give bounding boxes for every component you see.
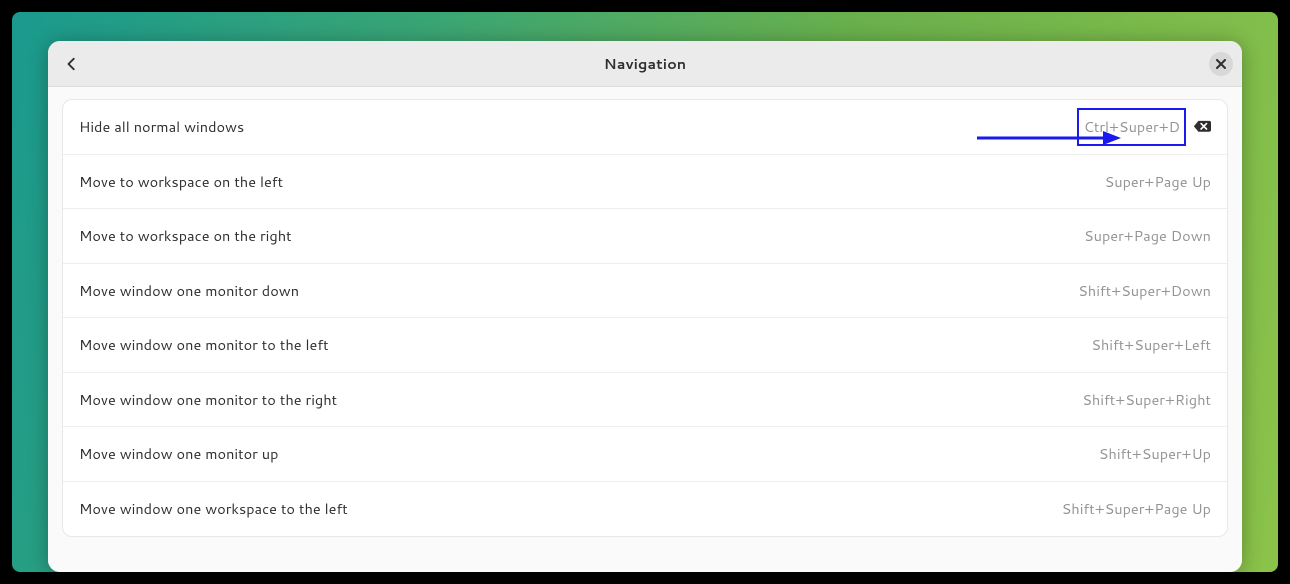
shortcut-row-monitor-down[interactable]: Move window one monitor down Shift+Super… (63, 264, 1227, 319)
settings-window: Navigation Hide all normal windows Ctrl+… (48, 41, 1242, 572)
shortcut-row-hide-windows[interactable]: Hide all normal windows Ctrl+Super+D (63, 100, 1227, 155)
close-button[interactable] (1209, 52, 1233, 76)
shortcut-label: Hide all normal windows (79, 116, 1077, 137)
shortcut-value: Ctrl+Super+D (1077, 108, 1186, 146)
shortcut-row-workspace-right[interactable]: Move to workspace on the right Super+Pag… (63, 209, 1227, 264)
close-icon (1216, 59, 1226, 69)
shortcut-value: Shift+Super+Left (1091, 334, 1211, 355)
shortcut-value: Super+Page Down (1084, 225, 1211, 246)
shortcut-value: Shift+Super+Right (1082, 389, 1211, 410)
back-button[interactable] (62, 54, 82, 74)
content-area: Hide all normal windows Ctrl+Super+D Mov… (48, 87, 1242, 572)
clear-shortcut-button[interactable] (1193, 120, 1211, 134)
shortcut-value: Super+Page Up (1105, 171, 1211, 192)
window-header: Navigation (48, 41, 1242, 87)
shortcut-value: Shift+Super+Down (1078, 280, 1211, 301)
shortcut-row-monitor-up[interactable]: Move window one monitor up Shift+Super+U… (63, 427, 1227, 482)
shortcut-label: Move to workspace on the right (79, 225, 1084, 246)
shortcut-label: Move window one workspace to the left (79, 498, 1062, 519)
shortcut-label: Move window one monitor down (79, 280, 1078, 301)
shortcut-list: Hide all normal windows Ctrl+Super+D Mov… (62, 99, 1228, 537)
shortcut-row-monitor-right[interactable]: Move window one monitor to the right Shi… (63, 373, 1227, 428)
shortcut-value: Shift+Super+Up (1099, 443, 1211, 464)
shortcut-label: Move window one monitor to the left (79, 334, 1091, 355)
shortcut-label: Move window one monitor to the right (79, 389, 1082, 410)
shortcut-row-monitor-left[interactable]: Move window one monitor to the left Shif… (63, 318, 1227, 373)
backspace-icon (1193, 120, 1211, 133)
shortcut-label: Move to workspace on the left (79, 171, 1105, 192)
desktop-background: Navigation Hide all normal windows Ctrl+… (12, 12, 1278, 572)
shortcut-value: Shift+Super+Page Up (1062, 498, 1211, 519)
shortcut-row-workspace-left[interactable]: Move to workspace on the left Super+Page… (63, 155, 1227, 210)
chevron-left-icon (65, 57, 79, 71)
shortcut-label: Move window one monitor up (79, 443, 1099, 464)
page-title: Navigation (604, 53, 686, 74)
shortcut-row-workspace-window-left[interactable]: Move window one workspace to the left Sh… (63, 482, 1227, 537)
